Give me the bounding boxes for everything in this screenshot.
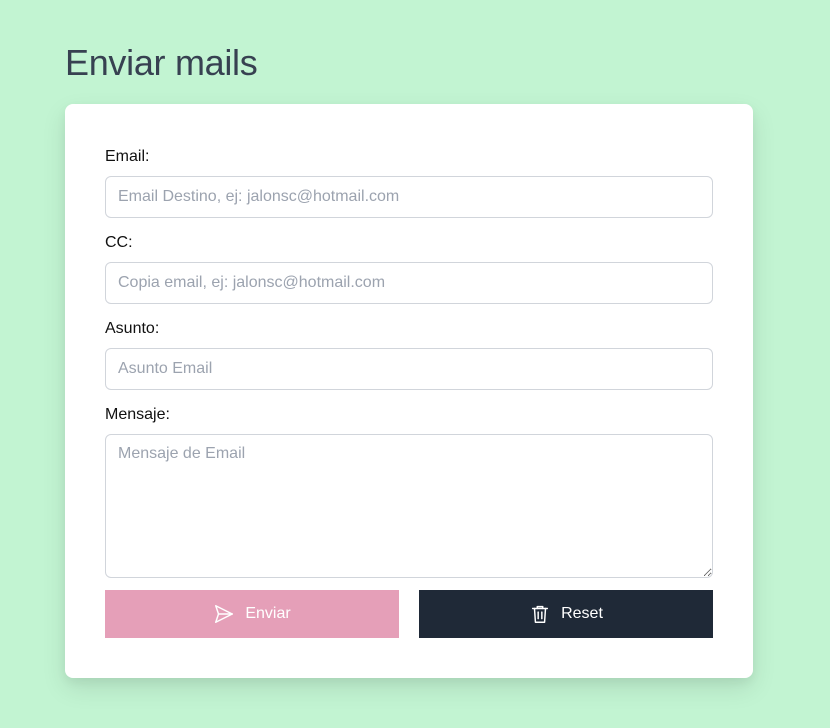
trash-icon bbox=[529, 603, 551, 625]
message-label: Mensaje: bbox=[105, 406, 170, 423]
email-input[interactable] bbox=[105, 176, 713, 218]
cc-label: CC: bbox=[105, 234, 133, 251]
email-label: Email: bbox=[105, 148, 150, 165]
message-textarea[interactable] bbox=[105, 434, 713, 578]
reset-button-label: Reset bbox=[561, 605, 603, 622]
send-button-label: Enviar bbox=[245, 605, 291, 622]
paper-plane-icon bbox=[213, 603, 235, 625]
page-title: Enviar mails bbox=[65, 42, 258, 83]
send-button[interactable]: Enviar bbox=[105, 590, 399, 638]
cc-input[interactable] bbox=[105, 262, 713, 304]
subject-input[interactable] bbox=[105, 348, 713, 390]
subject-label: Asunto: bbox=[105, 320, 160, 337]
reset-button[interactable]: Reset bbox=[419, 590, 713, 638]
email-form-card: Email: CC: Asunto: Mensaje: Enviar Reset bbox=[65, 104, 753, 678]
